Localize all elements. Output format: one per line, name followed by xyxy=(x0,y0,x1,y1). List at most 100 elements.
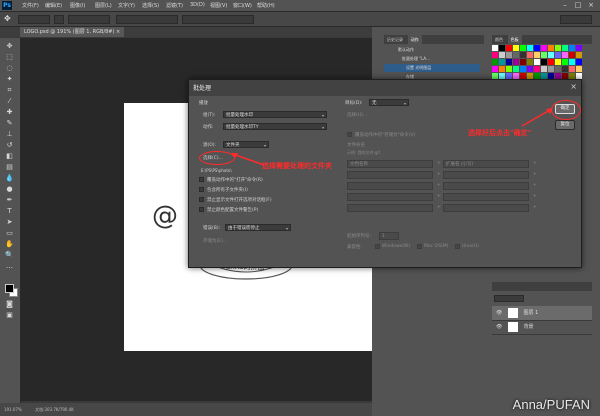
action-row-selected[interactable]: 设置 光明图层 xyxy=(384,64,480,72)
layer-kind-select[interactable] xyxy=(494,295,524,302)
color-swatch[interactable] xyxy=(527,66,533,72)
naming-field[interactable] xyxy=(347,204,433,212)
color-swatch[interactable] xyxy=(513,45,519,51)
move-tool-icon[interactable]: ✥ xyxy=(4,14,11,23)
layer-row-selected[interactable]: 👁 图层 1 xyxy=(492,306,592,321)
distribute-buttons[interactable] xyxy=(182,15,254,24)
color-swatch[interactable] xyxy=(506,52,512,58)
menu-edit[interactable]: 编辑(E) xyxy=(45,2,62,9)
color-swatch[interactable] xyxy=(548,66,554,72)
menu-file[interactable]: 文件(F) xyxy=(22,2,39,9)
type-tool-icon[interactable]: T xyxy=(4,207,15,216)
color-swatch[interactable] xyxy=(555,66,561,72)
menu-view[interactable]: 视图(V) xyxy=(210,2,227,9)
naming-field[interactable] xyxy=(347,171,433,179)
stamp-tool-icon[interactable]: ⊥ xyxy=(4,130,15,139)
suppress-open-dialog-checkbox[interactable] xyxy=(199,197,204,202)
layer-name[interactable]: 背景 xyxy=(524,324,534,330)
color-swatch[interactable] xyxy=(499,45,505,51)
include-subfolders-checkbox[interactable] xyxy=(199,187,204,192)
action-select[interactable]: 批量处理水印TY ▾ xyxy=(223,123,327,130)
dialog-titlebar[interactable]: 批处理 × xyxy=(189,80,581,96)
color-swatch[interactable] xyxy=(492,59,498,65)
override-save-checkbox[interactable] xyxy=(347,132,352,137)
dodge-tool-icon[interactable]: ● xyxy=(4,185,15,194)
color-swatch[interactable] xyxy=(513,52,519,58)
color-swatch[interactable] xyxy=(527,45,533,51)
color-swatch[interactable] xyxy=(499,66,505,72)
screen-mode-icon[interactable]: ▣ xyxy=(4,311,15,320)
tab-swatches[interactable]: 色板 xyxy=(507,35,522,44)
align-buttons[interactable] xyxy=(116,15,178,24)
suppress-color-warning-checkbox[interactable] xyxy=(199,207,204,212)
naming-field[interactable]: 文档名称 xyxy=(347,160,433,168)
color-swatch[interactable] xyxy=(555,45,561,51)
errors-select[interactable]: 由于错误而停止 ▾ xyxy=(225,224,291,231)
color-swatch[interactable] xyxy=(576,52,582,58)
destination-choose-button[interactable]: 选择(H)... xyxy=(347,112,367,118)
color-swatch[interactable] xyxy=(513,59,519,65)
color-swatch[interactable] xyxy=(562,52,568,58)
document-tab[interactable]: LOGO.psd @ 191% (图层 1, RGB/8#) × xyxy=(20,27,125,37)
healing-tool-icon[interactable]: ✚ xyxy=(4,108,15,117)
color-swatch[interactable] xyxy=(534,45,540,51)
color-swatch[interactable] xyxy=(506,66,512,72)
menu-3d[interactable]: 3D(D) xyxy=(190,2,205,8)
color-swatch[interactable] xyxy=(534,59,540,65)
color-swatch[interactable] xyxy=(569,45,575,51)
shape-tool-icon[interactable]: ▭ xyxy=(4,229,15,238)
menu-window[interactable]: 窗口(W) xyxy=(233,2,252,9)
start-serial-input[interactable]: 1 xyxy=(379,232,399,240)
option-checkbox[interactable] xyxy=(54,15,64,24)
brush-tool-icon[interactable]: ✎ xyxy=(4,119,15,128)
menu-select[interactable]: 选择(S) xyxy=(142,2,159,9)
tab-actions[interactable]: 动作 xyxy=(407,35,422,44)
color-swatch[interactable] xyxy=(555,59,561,65)
option-select[interactable] xyxy=(18,15,50,24)
color-swatch[interactable] xyxy=(541,45,547,51)
eraser-tool-icon[interactable]: ◧ xyxy=(4,152,15,161)
gradient-tool-icon[interactable]: ▤ xyxy=(4,163,15,172)
color-swatch[interactable] xyxy=(562,45,568,51)
workspace-select[interactable] xyxy=(560,15,592,24)
color-swatch[interactable] xyxy=(520,66,526,72)
naming-field[interactable]: 扩展名 (小写) xyxy=(443,160,529,168)
color-swatch[interactable] xyxy=(569,52,575,58)
color-swatch[interactable] xyxy=(562,66,568,72)
color-swatch[interactable] xyxy=(513,66,519,72)
crop-tool-icon[interactable]: ⌗ xyxy=(4,86,15,95)
color-swatch[interactable] xyxy=(499,52,505,58)
color-swatch[interactable] xyxy=(548,52,554,58)
path-select-tool-icon[interactable]: ➤ xyxy=(4,218,15,227)
layer-row[interactable]: 👁 背景 xyxy=(492,320,592,335)
color-swatch[interactable] xyxy=(548,45,554,51)
eyedropper-tool-icon[interactable]: ⁄ xyxy=(4,97,15,106)
color-swatch[interactable] xyxy=(569,59,575,65)
naming-field[interactable] xyxy=(347,182,433,190)
option-select[interactable] xyxy=(68,15,110,24)
color-swatch[interactable] xyxy=(520,52,526,58)
menu-layer[interactable]: 图层(L) xyxy=(95,2,112,9)
action-row[interactable]: 默认动作 xyxy=(384,46,480,54)
move-tool-icon[interactable]: ✥ xyxy=(4,42,15,51)
color-swatch[interactable] xyxy=(520,59,526,65)
source-select[interactable]: 文件夹 ▾ xyxy=(223,141,269,148)
history-brush-tool-icon[interactable]: ↺ xyxy=(4,141,15,150)
color-swatch[interactable] xyxy=(555,52,561,58)
zoom-tool-icon[interactable]: 🔍 xyxy=(4,251,15,260)
naming-field[interactable] xyxy=(443,171,529,179)
color-swatch[interactable] xyxy=(506,59,512,65)
naming-field[interactable] xyxy=(443,193,529,201)
close-window-icon[interactable]: × xyxy=(586,1,596,10)
action-row[interactable]: 批量处理 "LA... xyxy=(384,55,480,63)
color-swatch[interactable] xyxy=(576,45,582,51)
tab-color[interactable]: 颜色 xyxy=(492,35,506,44)
save-as-button[interactable]: 存储为(E)... xyxy=(203,238,227,244)
set-select[interactable]: 批量处理水印 ▾ xyxy=(223,111,327,118)
color-swatch[interactable] xyxy=(534,52,540,58)
magic-wand-tool-icon[interactable]: ✦ xyxy=(4,75,15,84)
override-open-checkbox[interactable] xyxy=(199,177,204,182)
reset-button[interactable]: 复位 xyxy=(555,120,575,130)
color-swatch[interactable] xyxy=(520,45,526,51)
color-swatch[interactable] xyxy=(492,45,498,51)
